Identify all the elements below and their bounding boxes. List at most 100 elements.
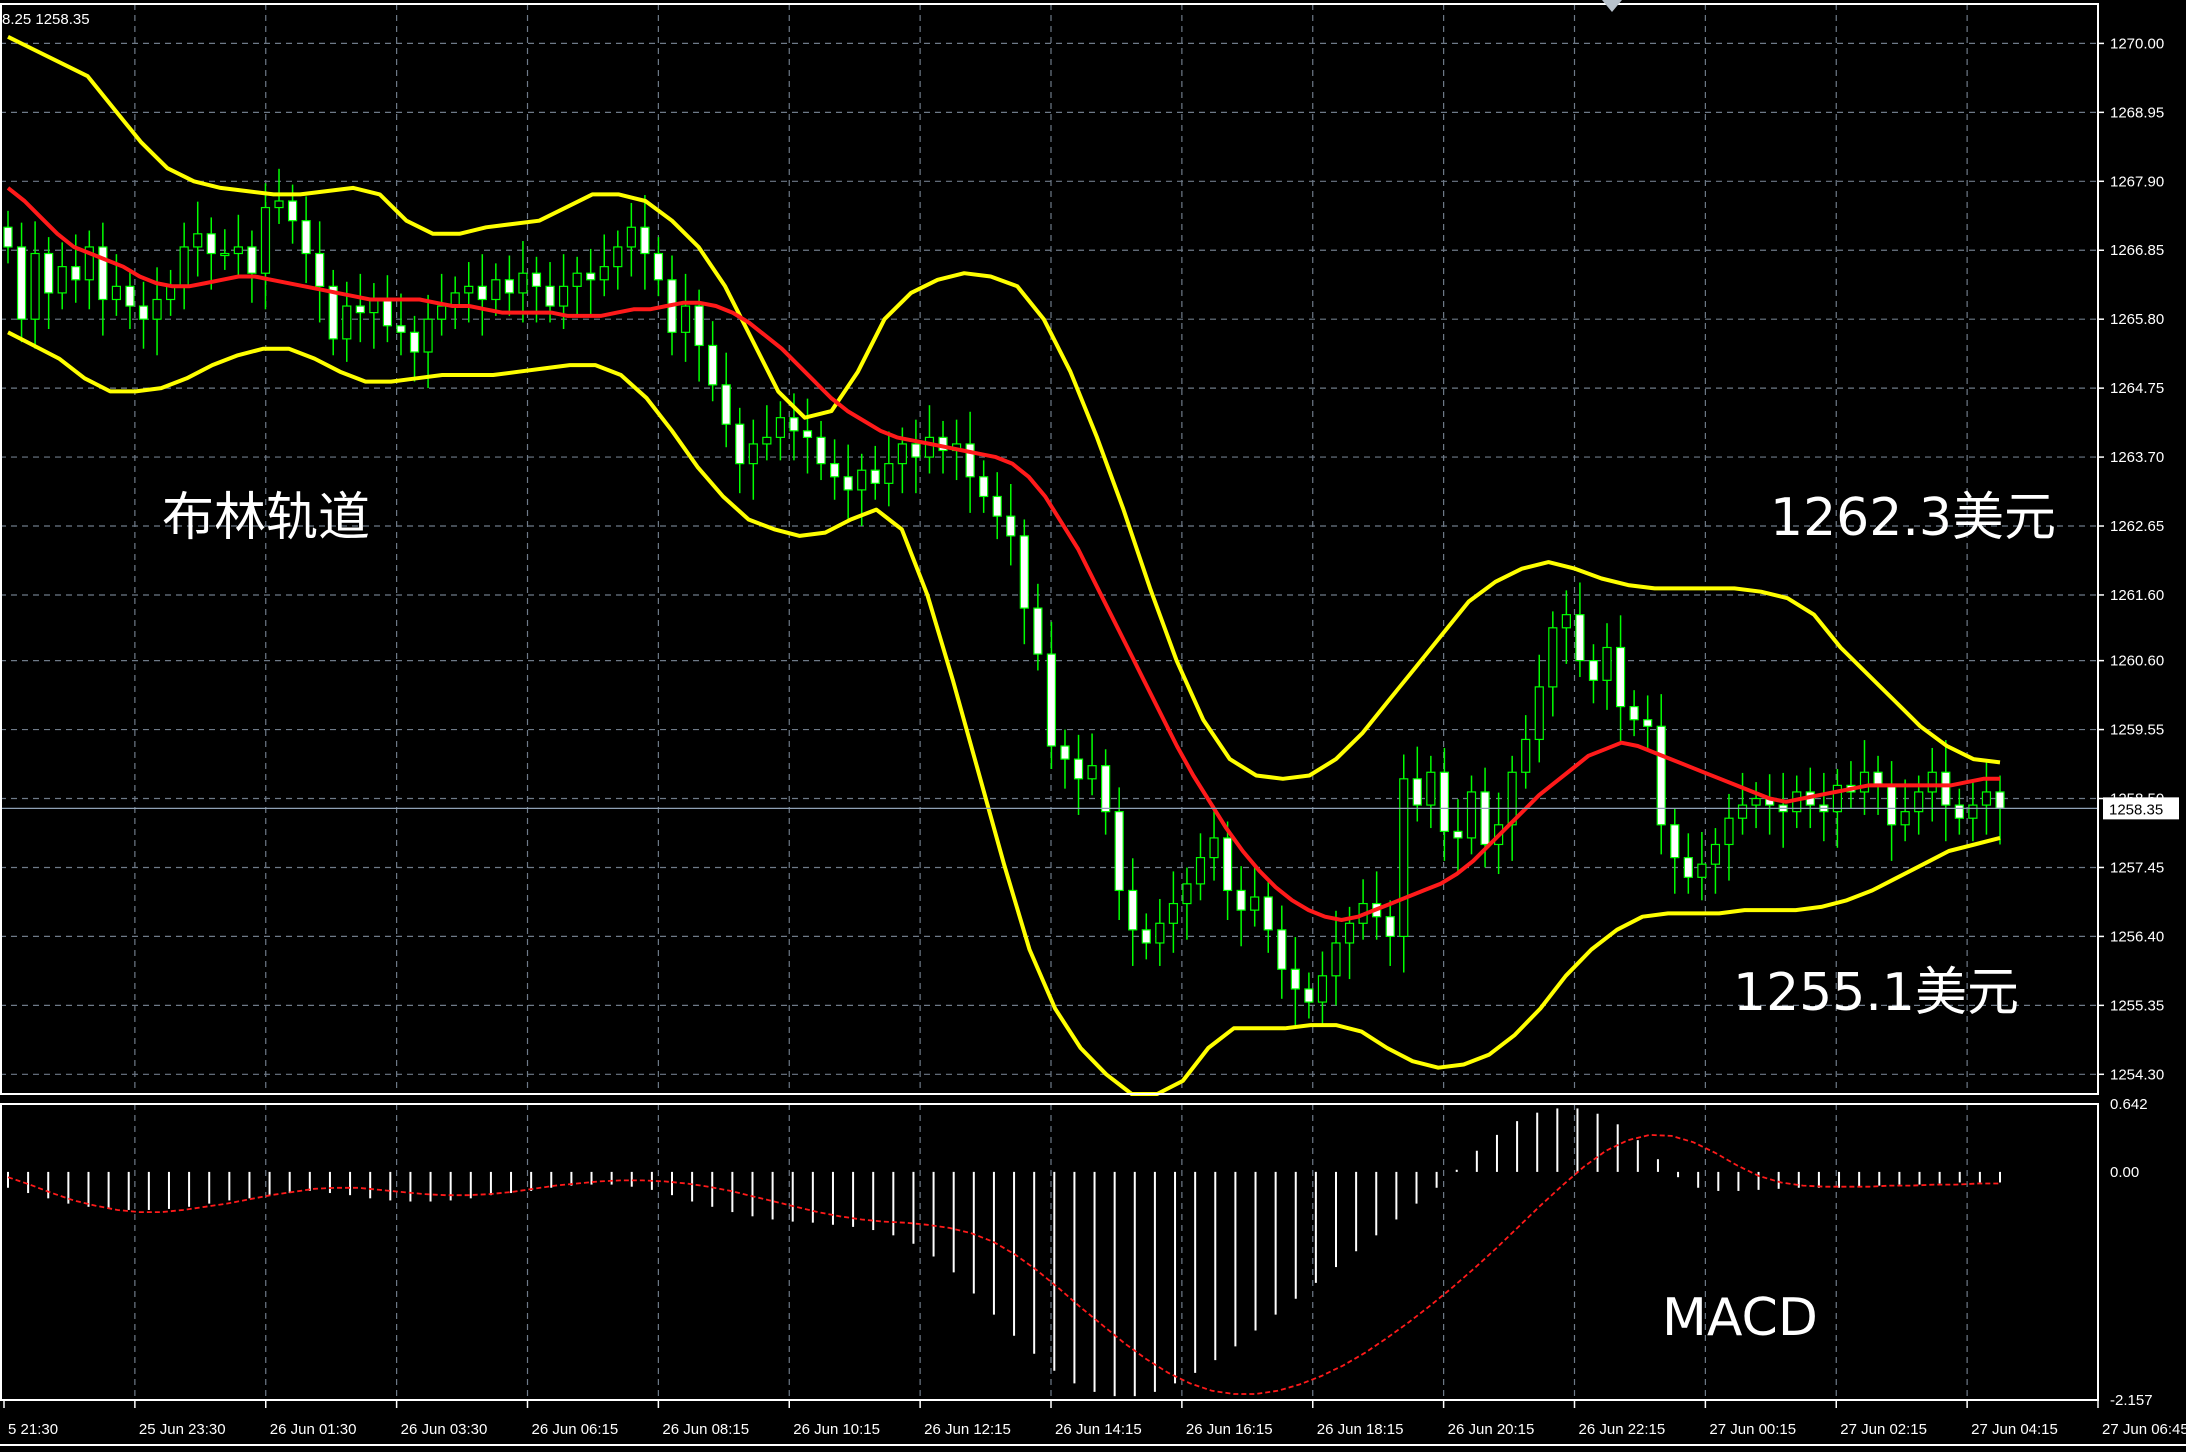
time-tick-label: 26 Jun 01:30 [270, 1421, 357, 1438]
price-tick-label: 1266.85 [2110, 242, 2164, 259]
candle-body [220, 252, 230, 257]
candle-body [1981, 791, 1992, 806]
candle-body [1683, 857, 1693, 878]
candle-body [301, 220, 311, 255]
candle-body [125, 285, 135, 307]
candle-body [44, 252, 54, 294]
price-tick-label: 1264.75 [2110, 380, 2164, 397]
candle-body [111, 285, 122, 301]
candle-body [1995, 791, 2005, 809]
candle-body [504, 279, 514, 294]
time-tick-label: 26 Jun 03:30 [401, 1421, 488, 1438]
time-tick-label: 27 Jun 04:15 [1971, 1421, 2058, 1438]
candle-body [1466, 791, 1477, 839]
candle-body [1412, 778, 1422, 806]
candle-body [802, 430, 813, 438]
price-chart: 1270.00 1268.95 1267.90 1266.85 1265.80 1264.… [0, 0, 2186, 1452]
macd-tick-label: -2.157 [2110, 1392, 2153, 1409]
candle-body [897, 443, 907, 465]
candle-body [1331, 942, 1341, 977]
candle-body [342, 305, 352, 340]
candle-body [409, 331, 420, 353]
candle-body [1236, 889, 1246, 911]
candle-body [1588, 660, 1599, 681]
candle-body [30, 252, 40, 320]
candle-body [830, 463, 840, 478]
candle-body [1344, 922, 1355, 944]
candle-body [1643, 719, 1653, 727]
candle-body [653, 252, 664, 281]
price-tick-label: 1262.65 [2110, 518, 2164, 535]
candle-body [748, 443, 758, 465]
candle-body [586, 272, 596, 281]
candle-body [1724, 817, 1734, 846]
candle-body [274, 200, 284, 209]
time-tick-label: 26 Jun 16:15 [1186, 1421, 1273, 1438]
candle-body [3, 226, 13, 248]
candle-body [1209, 837, 1219, 859]
candle-body [206, 233, 216, 255]
candle-body [179, 246, 189, 287]
candle-body [1195, 857, 1206, 885]
candle-body [1751, 797, 1761, 806]
candle-body [1399, 778, 1409, 938]
bollinger-annotation: 布林轨道 [162, 488, 370, 548]
candle-body [1033, 607, 1043, 655]
candle-body [1453, 830, 1463, 839]
candle-body [396, 325, 406, 333]
candle-body [884, 463, 894, 484]
candle-body [1615, 646, 1626, 708]
candle-body [992, 495, 1002, 517]
candle-body [491, 279, 501, 301]
candle-body [260, 206, 271, 274]
candle-body [708, 344, 718, 386]
candle-body [247, 246, 257, 274]
candle-body [1575, 614, 1585, 662]
chart-background [0, 0, 2186, 1452]
candle-body [1114, 811, 1124, 892]
candle-body [1182, 883, 1192, 905]
time-tick-label: 5 21:30 [8, 1421, 58, 1438]
candle-body [1317, 975, 1328, 1003]
candle-body [1886, 784, 1897, 826]
price-tick-label: 1260.60 [2110, 653, 2164, 670]
candle-body [1141, 929, 1151, 944]
candle-body [1263, 896, 1273, 931]
candle-body [721, 384, 731, 425]
macd-annotation: MACD [1662, 1288, 1818, 1348]
candle-body [1304, 988, 1314, 1003]
candle-body [1534, 686, 1544, 741]
candle-body [1954, 804, 1964, 819]
candle-body [1426, 771, 1436, 806]
candle-body [166, 285, 176, 301]
candle-body [193, 233, 203, 248]
candle-body [1019, 535, 1029, 609]
time-tick-label: 26 Jun 22:15 [1579, 1421, 1666, 1438]
candle-body [152, 298, 162, 320]
price-tick-label: 1254.30 [2110, 1066, 2164, 1083]
candle-body [1439, 771, 1450, 832]
macd-tick-label: 0.642 [2110, 1096, 2148, 1113]
candle-body [315, 252, 325, 287]
time-tick-label: 27 Jun 00:15 [1709, 1421, 1796, 1438]
candle-body [1250, 896, 1260, 911]
candle-body [71, 266, 81, 281]
candle-body [789, 417, 799, 432]
price-tick-label: 1267.90 [2110, 173, 2164, 190]
candle-body [382, 298, 393, 327]
candle-body [287, 200, 298, 222]
time-tick-label: 26 Jun 20:15 [1448, 1421, 1535, 1438]
candle-body [1968, 804, 1978, 819]
candle-body [464, 285, 474, 294]
time-tick-label: 26 Jun 06:15 [532, 1421, 619, 1438]
candle-body [816, 436, 826, 465]
candle-body [1046, 653, 1057, 747]
candle-body [1087, 765, 1097, 780]
candle-body [1277, 929, 1287, 970]
candle-body [1073, 758, 1084, 780]
candle-body [1941, 771, 1951, 806]
candle-body [1521, 738, 1531, 773]
candle-body [1670, 824, 1680, 859]
candle-body [558, 285, 569, 307]
price-tick-label: 1259.55 [2110, 722, 2164, 739]
